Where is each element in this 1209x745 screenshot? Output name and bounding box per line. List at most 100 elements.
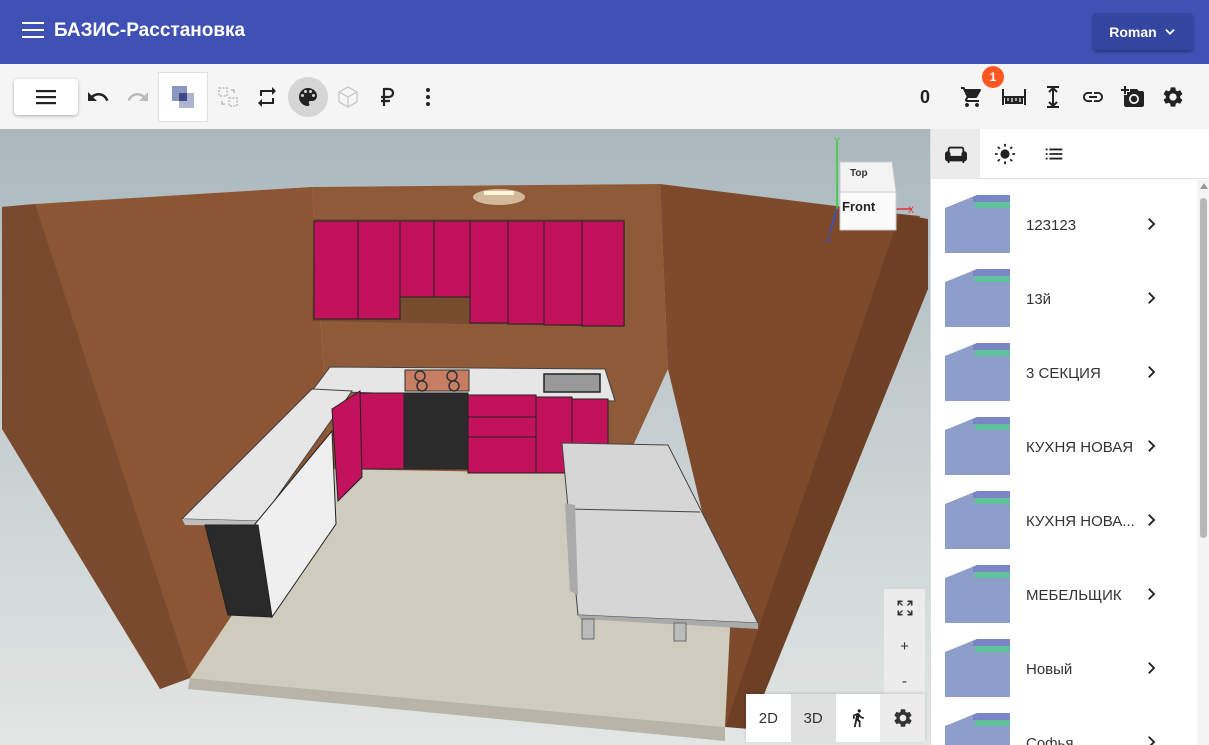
camera-add-icon bbox=[1121, 86, 1144, 107]
chevron-right-icon bbox=[1148, 292, 1156, 304]
view-cube-top-face[interactable] bbox=[839, 161, 897, 193]
menu-icon bbox=[36, 90, 56, 105]
chevron-right-icon bbox=[1148, 218, 1156, 230]
table-leg bbox=[581, 618, 595, 640]
layer-button[interactable] bbox=[158, 72, 208, 122]
chevron-right-icon bbox=[1148, 440, 1156, 452]
panel-tabs bbox=[931, 129, 1209, 179]
folder-icon bbox=[945, 269, 1010, 327]
walk-icon bbox=[852, 709, 864, 728]
lamp-glow bbox=[473, 189, 525, 205]
undo-button[interactable] bbox=[81, 80, 115, 114]
chevron-right-icon bbox=[1148, 514, 1156, 526]
list-item[interactable]: 3 СЕКЦИЯ bbox=[931, 328, 1196, 402]
link-icon bbox=[1083, 92, 1103, 102]
folder-list: 123123 13й 3 СЕКЦИЯ КУХНЯ НОВАЯ КУХНЯ НО… bbox=[931, 180, 1196, 745]
chevron-right-icon bbox=[1148, 366, 1156, 378]
list-item[interactable]: 123123 bbox=[931, 180, 1196, 254]
mode-3d-button[interactable]: 3D bbox=[790, 694, 836, 742]
cart-count: 0 bbox=[920, 87, 931, 107]
measure-button[interactable] bbox=[997, 80, 1031, 114]
tab-lighting[interactable] bbox=[980, 129, 1029, 179]
user-menu-button[interactable]: Roman bbox=[1093, 13, 1193, 50]
zoom-in-button[interactable]: + bbox=[884, 629, 925, 663]
palette-icon bbox=[299, 88, 317, 106]
list-item[interactable]: 13й bbox=[931, 254, 1196, 328]
app-title: БАЗИС-Расстановка bbox=[54, 20, 246, 41]
list-item[interactable]: Новый bbox=[931, 624, 1196, 698]
cart-icon bbox=[961, 87, 982, 107]
palette-button[interactable] bbox=[288, 77, 328, 117]
folder-label: МЕБЕЛЬЩИК bbox=[1026, 587, 1122, 604]
main-menu-button[interactable] bbox=[14, 79, 78, 115]
settings-button[interactable] bbox=[1156, 80, 1190, 114]
app-bar: БАЗИС-Расстановка Roman bbox=[0, 0, 1209, 64]
folder-icon bbox=[945, 491, 1010, 549]
scroll-up-arrow[interactable] bbox=[1200, 183, 1208, 189]
hamburger-icon[interactable] bbox=[22, 22, 44, 42]
list-item[interactable]: МЕБЕЛЬЩИК bbox=[931, 550, 1196, 624]
scroll-thumb[interactable] bbox=[1200, 198, 1207, 538]
folder-label: Софья bbox=[1026, 735, 1074, 745]
repeat-button[interactable] bbox=[250, 80, 284, 114]
snapshot-button[interactable] bbox=[1116, 80, 1150, 114]
mode-2d-button[interactable]: 2D bbox=[746, 694, 791, 742]
view-cube[interactable]: Y X Z Top Front bbox=[820, 134, 920, 244]
folder-icon bbox=[945, 639, 1010, 697]
sink[interactable] bbox=[543, 373, 601, 393]
folder-icon bbox=[945, 195, 1010, 253]
layers-icon bbox=[172, 86, 194, 108]
height-icon bbox=[1047, 86, 1059, 108]
height-button[interactable] bbox=[1036, 80, 1070, 114]
folder-label: КУХНЯ НОВА... bbox=[1026, 513, 1135, 530]
chevron-down-icon bbox=[1165, 28, 1175, 35]
folder-label: КУХНЯ НОВАЯ bbox=[1026, 439, 1134, 456]
folder-label: 3 СЕКЦИЯ bbox=[1026, 365, 1101, 382]
list-icon bbox=[1045, 148, 1062, 160]
more-button[interactable] bbox=[411, 80, 445, 114]
catalog-panel: 123123 13й 3 СЕКЦИЯ КУХНЯ НОВАЯ КУХНЯ НО… bbox=[930, 129, 1209, 745]
swap-icon bbox=[218, 87, 238, 107]
axis-z-line bbox=[829, 208, 838, 233]
repeat-icon bbox=[258, 87, 276, 107]
redo-icon bbox=[127, 92, 148, 101]
room-scene[interactable] bbox=[0, 129, 930, 745]
table-leg bbox=[673, 622, 687, 642]
cube-icon bbox=[338, 86, 358, 108]
link-button[interactable] bbox=[1076, 80, 1110, 114]
user-name: Roman bbox=[1109, 23, 1157, 40]
panel-scrollbar[interactable] bbox=[1197, 180, 1209, 745]
folder-label: Новый bbox=[1026, 661, 1073, 678]
tab-furniture[interactable] bbox=[931, 129, 980, 179]
sofa-icon bbox=[944, 146, 967, 164]
price-button[interactable] bbox=[371, 80, 405, 114]
redo-button[interactable] bbox=[121, 80, 155, 114]
fullscreen-button[interactable] bbox=[884, 591, 925, 625]
folder-icon bbox=[945, 565, 1010, 623]
ruble-icon bbox=[381, 87, 395, 106]
view-cube-front-label: Front bbox=[842, 199, 876, 214]
gear-icon bbox=[894, 709, 912, 727]
swap-button[interactable] bbox=[211, 80, 245, 114]
walk-mode-button[interactable] bbox=[836, 694, 881, 742]
folder-icon bbox=[945, 713, 1010, 745]
zoom-out-button[interactable]: - bbox=[884, 664, 925, 698]
folder-icon bbox=[945, 343, 1010, 401]
axis-z-label: Z bbox=[826, 234, 832, 244]
list-item[interactable]: Софья bbox=[931, 698, 1196, 745]
list-item[interactable]: КУХНЯ НОВАЯ bbox=[931, 402, 1196, 476]
view-mode-bar: 2D 3D bbox=[746, 694, 925, 742]
folder-icon bbox=[945, 417, 1010, 475]
measure-icon bbox=[1002, 89, 1026, 105]
undo-icon bbox=[88, 92, 109, 101]
view-settings-button[interactable] bbox=[880, 694, 925, 742]
3d-viewport[interactable]: Y X Z Top Front bbox=[0, 129, 930, 745]
view-cube-top-label: Top bbox=[850, 168, 868, 179]
cart-button[interactable] bbox=[955, 80, 989, 114]
cube-button[interactable] bbox=[331, 80, 365, 114]
list-item[interactable]: КУХНЯ НОВА... bbox=[931, 476, 1196, 550]
axis-y-label: Y bbox=[834, 136, 840, 146]
folder-label: 13й bbox=[1026, 291, 1052, 308]
more-vert-icon bbox=[426, 88, 430, 106]
tab-list[interactable] bbox=[1029, 129, 1078, 179]
